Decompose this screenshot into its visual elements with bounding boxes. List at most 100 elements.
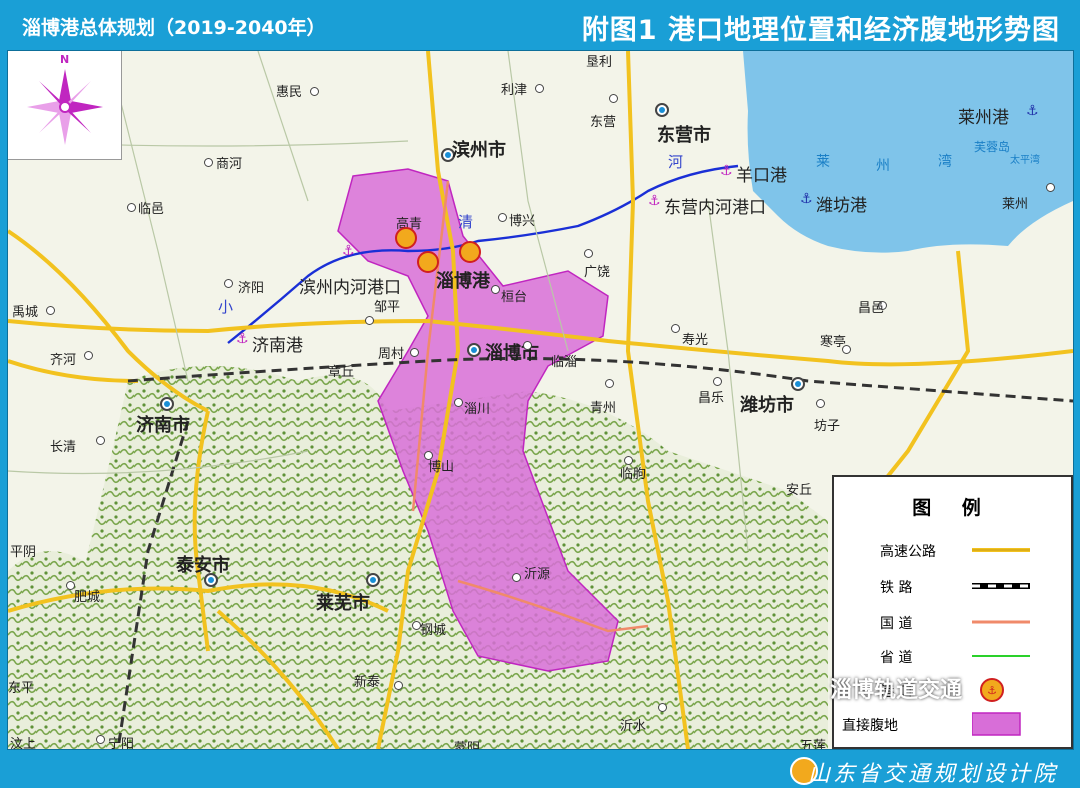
town-label: 临邑 bbox=[138, 202, 165, 217]
town-label: 寒亭 bbox=[820, 335, 847, 350]
railway-line-icon bbox=[972, 583, 1030, 589]
town-marker bbox=[658, 703, 667, 712]
town-label: 沂源 bbox=[524, 567, 551, 582]
city-label-dongying: 东营市 bbox=[657, 125, 711, 146]
town-label: 济阳 bbox=[238, 281, 265, 296]
city-label-taian: 泰安市 bbox=[176, 555, 230, 576]
city-marker-jinan bbox=[160, 397, 174, 411]
svg-text:⚓: ⚓ bbox=[987, 684, 997, 697]
town-marker bbox=[96, 735, 105, 744]
town-label: 钢城 bbox=[420, 623, 447, 638]
port-label-zibo: 淄博港 bbox=[436, 271, 490, 292]
town-label: 淄川 bbox=[464, 402, 491, 417]
town-label: 东营 bbox=[590, 115, 617, 130]
town-label: 肥城 bbox=[74, 590, 101, 605]
town-label: 昌乐 bbox=[698, 391, 725, 406]
river-char: 小 bbox=[218, 298, 234, 316]
town-label: 临朐 bbox=[620, 467, 647, 482]
map-canvas: N 滨州市 东营市 淄博市 济南市 潍坊市 泰安市 莱芜市 垦利 惠民 利津 东… bbox=[7, 50, 1074, 750]
town-marker bbox=[454, 398, 463, 407]
town-label: 昌邑 bbox=[858, 301, 885, 316]
anchor-icon: ⚓ bbox=[720, 163, 733, 179]
city-label-laiwu: 莱芜市 bbox=[316, 593, 370, 614]
town-label: 安丘 bbox=[786, 483, 813, 498]
town-label: 桓台 bbox=[501, 290, 528, 305]
legend-label: 高速公路 bbox=[880, 544, 936, 560]
anchor-icon: ⚓ bbox=[236, 331, 249, 347]
anchor-icon: ⚓ bbox=[800, 191, 813, 207]
town-label: 周村 bbox=[378, 347, 405, 362]
town-label: 莱州 bbox=[1002, 197, 1029, 212]
figure-title: 附图1 港口地理位置和经济腹地形势图 bbox=[581, 15, 1060, 46]
legend-label: 国 道 bbox=[880, 616, 913, 632]
north-label: N bbox=[60, 53, 70, 66]
compass-rose-icon bbox=[27, 69, 103, 145]
town-label: 坊子 bbox=[814, 419, 841, 434]
anchor-icon: ⚓ bbox=[342, 243, 355, 259]
town-label: 禹城 bbox=[12, 305, 39, 320]
town-label: 蒙阴 bbox=[454, 741, 481, 750]
city-label-jinan: 济南市 bbox=[136, 415, 190, 436]
city-marker-weifang bbox=[791, 377, 805, 391]
port-label-weifang: 潍坊港 bbox=[816, 196, 867, 216]
town-marker bbox=[46, 306, 55, 315]
town-marker bbox=[491, 285, 500, 294]
port-icon bbox=[459, 241, 481, 263]
town-marker bbox=[127, 203, 136, 212]
legend-label: 省 道 bbox=[880, 650, 913, 666]
legend-row: 直接腹地 bbox=[834, 709, 1071, 739]
town-marker bbox=[605, 379, 614, 388]
town-label: 商河 bbox=[216, 157, 243, 172]
city-marker-zibo bbox=[467, 343, 481, 357]
town-label: 垦利 bbox=[586, 55, 613, 70]
town-label: 沂水 bbox=[620, 719, 647, 734]
city-label-weifang: 潍坊市 bbox=[740, 395, 794, 416]
town-label: 新泰 bbox=[354, 675, 381, 690]
town-label: 青州 bbox=[590, 401, 617, 416]
port-icon bbox=[395, 227, 417, 249]
mountain-region-2 bbox=[8, 551, 108, 749]
river-char: 河 bbox=[668, 153, 684, 171]
port-label-binzhou-inland: 滨州内河港口 bbox=[299, 278, 401, 298]
town-label: 邹平 bbox=[374, 300, 401, 315]
town-label: 五莲 bbox=[800, 739, 827, 750]
town-label: 临淄 bbox=[551, 355, 578, 370]
town-marker bbox=[365, 316, 374, 325]
hinterland-area-icon bbox=[972, 712, 1021, 736]
expressway-line-icon bbox=[972, 548, 1030, 552]
port-label-dongying-inland: 东营内河港口 bbox=[664, 198, 766, 218]
legend-panel: 图 例 高速公路 铁 路 国 道 省 道 港 口 ⚓ 直接腹地 bbox=[832, 475, 1073, 749]
town-label: 平阴 bbox=[10, 545, 37, 560]
legend-row: 铁 路 bbox=[834, 571, 1071, 601]
port-label-jinan: 济南港 bbox=[252, 336, 303, 356]
port-label-laizhou: 莱州港 bbox=[958, 108, 1009, 128]
town-label: 惠民 bbox=[276, 85, 303, 100]
header-bar: 淄博港总体规划（2019-2040年） 附图1 港口地理位置和经济腹地形势图 bbox=[0, 0, 1080, 50]
town-label: 广饶 bbox=[584, 265, 611, 280]
town-label: 东平 bbox=[8, 681, 35, 696]
compass-panel: N bbox=[8, 51, 122, 160]
legend-row: 省 道 bbox=[834, 641, 1071, 671]
legend-row: 国 道 bbox=[834, 607, 1071, 637]
city-marker-laiwu bbox=[366, 573, 380, 587]
town-marker bbox=[584, 249, 593, 258]
town-label: 寿光 bbox=[682, 333, 709, 348]
town-marker bbox=[523, 341, 532, 350]
legend-label: 铁 路 bbox=[880, 580, 913, 596]
port-icon: ⚓ bbox=[980, 678, 1004, 702]
sea-char: 州 bbox=[876, 158, 890, 174]
town-marker bbox=[816, 399, 825, 408]
town-marker bbox=[204, 158, 213, 167]
town-marker bbox=[609, 94, 618, 103]
institute-name: 山东省交通规划设计院 bbox=[807, 762, 1058, 787]
footer-bar: 山东省交通规划设计院 bbox=[0, 752, 1080, 787]
provincial-road-line-icon bbox=[972, 655, 1030, 657]
town-label: 长清 bbox=[50, 440, 77, 455]
town-label: 利津 bbox=[501, 83, 528, 98]
plan-title: 淄博港总体规划（2019-2040年） bbox=[22, 17, 326, 39]
legend-label: 直接腹地 bbox=[842, 718, 898, 734]
town-marker bbox=[535, 84, 544, 93]
legend-row: 高速公路 bbox=[834, 535, 1071, 565]
town-marker bbox=[96, 436, 105, 445]
town-marker bbox=[394, 681, 403, 690]
